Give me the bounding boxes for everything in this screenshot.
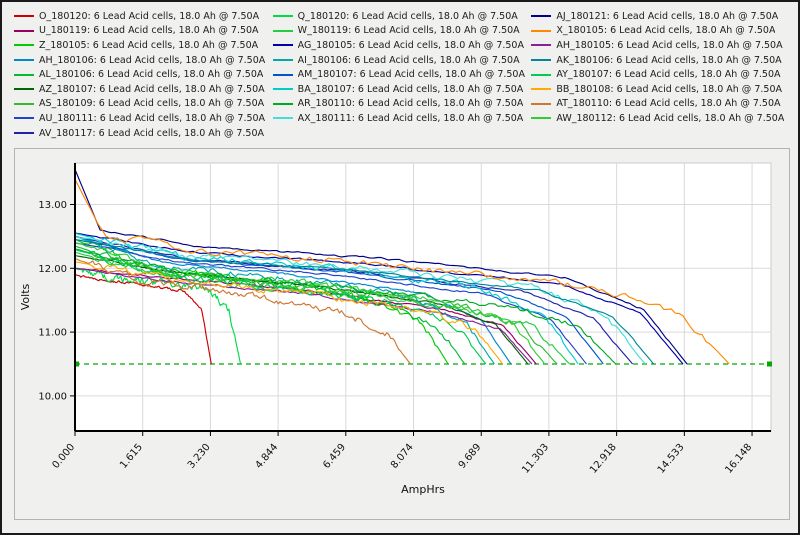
x-tick-label: 4.844: [254, 442, 281, 471]
legend-item-label: AG_180105: 6 Lead Acid cells, 18.0 Ah @ …: [297, 39, 524, 51]
legend-item-label: AK_180106: 6 Lead Acid cells, 18.0 Ah @ …: [556, 54, 782, 66]
legend-item: AV_180117: 6 Lead Acid cells, 18.0 Ah @ …: [14, 126, 273, 141]
x-axis-title: AmpHrs: [401, 483, 445, 496]
legend-item-label: Q_180120: 6 Lead Acid cells, 18.0 Ah @ 7…: [297, 10, 518, 22]
series-color-swatch: [531, 117, 552, 120]
series-color-swatch: [531, 44, 552, 47]
series-color-swatch: [272, 117, 293, 120]
legend-item-label: O_180120: 6 Lead Acid cells, 18.0 Ah @ 7…: [39, 10, 260, 22]
legend-column-2: Q_180120: 6 Lead Acid cells, 18.0 Ah @ 7…: [272, 9, 532, 140]
series-color-swatch: [272, 29, 293, 32]
legend-item: AI_180106: 6 Lead Acid cells, 18.0 Ah @ …: [272, 53, 532, 68]
cutoff-line-end-marker: [767, 361, 772, 367]
x-tick-label: 14.533: [656, 442, 687, 476]
legend-item: AY_180107: 6 Lead Acid cells, 18.0 Ah @ …: [531, 67, 790, 82]
series-color-swatch: [272, 15, 293, 18]
legend-item-label: AL_180106: 6 Lead Acid cells, 18.0 Ah @ …: [39, 69, 264, 81]
legend-item-label: AH_180106: 6 Lead Acid cells, 18.0 Ah @ …: [39, 54, 266, 66]
x-tick-label: 3.230: [186, 442, 213, 471]
legend-item: AS_180109: 6 Lead Acid cells, 18.0 Ah @ …: [14, 97, 273, 112]
legend-item-label: U_180119: 6 Lead Acid cells, 18.0 Ah @ 7…: [39, 25, 259, 37]
legend-item-label: AR_180110: 6 Lead Acid cells, 18.0 Ah @ …: [297, 98, 524, 110]
legend-item: AH_180106: 6 Lead Acid cells, 18.0 Ah @ …: [14, 53, 273, 68]
x-tick-label: 0.000: [50, 442, 77, 471]
legend-item-label: Z_180105: 6 Lead Acid cells, 18.0 Ah @ 7…: [39, 39, 259, 51]
legend-item: AK_180106: 6 Lead Acid cells, 18.0 Ah @ …: [531, 53, 790, 68]
legend-item: O_180120: 6 Lead Acid cells, 18.0 Ah @ 7…: [14, 9, 273, 24]
x-tick-label: 1.615: [118, 442, 145, 471]
x-tick-label: 8.074: [389, 442, 416, 471]
legend-item-label: AM_180107: 6 Lead Acid cells, 18.0 Ah @ …: [297, 69, 525, 81]
legend-item-label: AT_180110: 6 Lead Acid cells, 18.0 Ah @ …: [556, 98, 781, 110]
series-color-swatch: [531, 15, 552, 18]
series-color-swatch: [531, 29, 552, 32]
legend-item-label: AU_180111: 6 Lead Acid cells, 18.0 Ah @ …: [39, 112, 266, 124]
series-color-swatch: [14, 29, 34, 32]
legend-item: Q_180120: 6 Lead Acid cells, 18.0 Ah @ 7…: [272, 9, 532, 24]
y-tick-label: 12.00: [38, 264, 67, 275]
series-color-swatch: [14, 15, 34, 18]
legend-item: BA_180107: 6 Lead Acid cells, 18.0 Ah @ …: [272, 82, 532, 97]
legend-item: W_180119: 6 Lead Acid cells, 18.0 Ah @ 7…: [272, 24, 532, 39]
y-tick-label: 10.00: [38, 392, 67, 403]
legend-item-label: AW_180112: 6 Lead Acid cells, 18.0 Ah @ …: [556, 112, 785, 124]
series-color-swatch: [272, 102, 293, 105]
chart-legend: O_180120: 6 Lead Acid cells, 18.0 Ah @ 7…: [2, 2, 798, 142]
legend-item: BB_180108: 6 Lead Acid cells, 18.0 Ah @ …: [531, 82, 790, 97]
series-color-swatch: [272, 73, 293, 76]
legend-item-label: AX_180111: 6 Lead Acid cells, 18.0 Ah @ …: [297, 112, 524, 124]
series-color-swatch: [14, 132, 34, 135]
legend-item-label: BB_180108: 6 Lead Acid cells, 18.0 Ah @ …: [556, 83, 782, 95]
legend-item-label: AS_180109: 6 Lead Acid cells, 18.0 Ah @ …: [39, 98, 265, 110]
legend-item: AW_180112: 6 Lead Acid cells, 18.0 Ah @ …: [531, 111, 790, 126]
series-color-swatch: [14, 88, 34, 91]
x-tick-label: 12.918: [588, 442, 619, 476]
discharge-chart: 0.000 1.615 3.230 4.844 6.459 8.074 9.689 11.30…: [19, 162, 772, 496]
series-color-swatch: [14, 102, 34, 105]
series-color-swatch: [14, 117, 34, 120]
legend-column-1: O_180120: 6 Lead Acid cells, 18.0 Ah @ 7…: [14, 9, 273, 140]
legend-item-label: X_180105: 6 Lead Acid cells, 18.0 Ah @ 7…: [556, 25, 776, 37]
series-color-swatch: [14, 59, 34, 62]
legend-column-3: AJ_180121: 6 Lead Acid cells, 18.0 Ah @ …: [531, 9, 790, 140]
y-tick-label: 13.00: [38, 200, 67, 211]
x-tick-label: 6.459: [321, 442, 348, 471]
legend-item: AX_180111: 6 Lead Acid cells, 18.0 Ah @ …: [272, 111, 532, 126]
y-axis-title: Volts: [19, 284, 32, 311]
legend-item: AG_180105: 6 Lead Acid cells, 18.0 Ah @ …: [272, 38, 532, 53]
series-color-swatch: [531, 73, 552, 76]
x-tick-label: 11.303: [520, 442, 551, 476]
legend-item-label: AJ_180121: 6 Lead Acid cells, 18.0 Ah @ …: [556, 10, 779, 22]
series-color-swatch: [272, 59, 293, 62]
legend-item: AU_180111: 6 Lead Acid cells, 18.0 Ah @ …: [14, 111, 273, 126]
legend-item-label: W_180119: 6 Lead Acid cells, 18.0 Ah @ 7…: [297, 25, 520, 37]
series-color-swatch: [272, 88, 293, 91]
x-tick-label: 16.148: [723, 442, 754, 476]
series-color-swatch: [531, 59, 552, 62]
legend-item-label: AH_180105: 6 Lead Acid cells, 18.0 Ah @ …: [556, 39, 783, 51]
series-color-swatch: [531, 88, 552, 91]
series-color-swatch: [14, 44, 34, 47]
legend-item: X_180105: 6 Lead Acid cells, 18.0 Ah @ 7…: [531, 24, 790, 39]
y-tick-label: 11.00: [38, 328, 67, 339]
legend-item-label: AY_180107: 6 Lead Acid cells, 18.0 Ah @ …: [556, 69, 781, 81]
series-color-swatch: [272, 44, 293, 47]
legend-item: AJ_180121: 6 Lead Acid cells, 18.0 Ah @ …: [531, 9, 790, 24]
chart-panel: 0.000 1.615 3.230 4.844 6.459 8.074 9.689 11.30…: [14, 148, 790, 521]
series-color-swatch: [14, 73, 34, 76]
x-tick-label: 9.689: [457, 442, 484, 471]
legend-item-label: AV_180117: 6 Lead Acid cells, 18.0 Ah @ …: [39, 127, 264, 139]
legend-item: Z_180105: 6 Lead Acid cells, 18.0 Ah @ 7…: [14, 38, 273, 53]
legend-item-label: AZ_180107: 6 Lead Acid cells, 18.0 Ah @ …: [39, 83, 265, 95]
legend-item-label: BA_180107: 6 Lead Acid cells, 18.0 Ah @ …: [297, 83, 524, 95]
series-color-swatch: [531, 102, 552, 105]
legend-item: AH_180105: 6 Lead Acid cells, 18.0 Ah @ …: [531, 38, 790, 53]
legend-item: U_180119: 6 Lead Acid cells, 18.0 Ah @ 7…: [14, 24, 273, 39]
legend-item-label: AI_180106: 6 Lead Acid cells, 18.0 Ah @ …: [297, 54, 520, 66]
legend-item: AZ_180107: 6 Lead Acid cells, 18.0 Ah @ …: [14, 82, 273, 97]
legend-item: AM_180107: 6 Lead Acid cells, 18.0 Ah @ …: [272, 67, 532, 82]
legend-item: AT_180110: 6 Lead Acid cells, 18.0 Ah @ …: [531, 97, 790, 112]
legend-item: AR_180110: 6 Lead Acid cells, 18.0 Ah @ …: [272, 97, 532, 112]
legend-item: AL_180106: 6 Lead Acid cells, 18.0 Ah @ …: [14, 67, 273, 82]
